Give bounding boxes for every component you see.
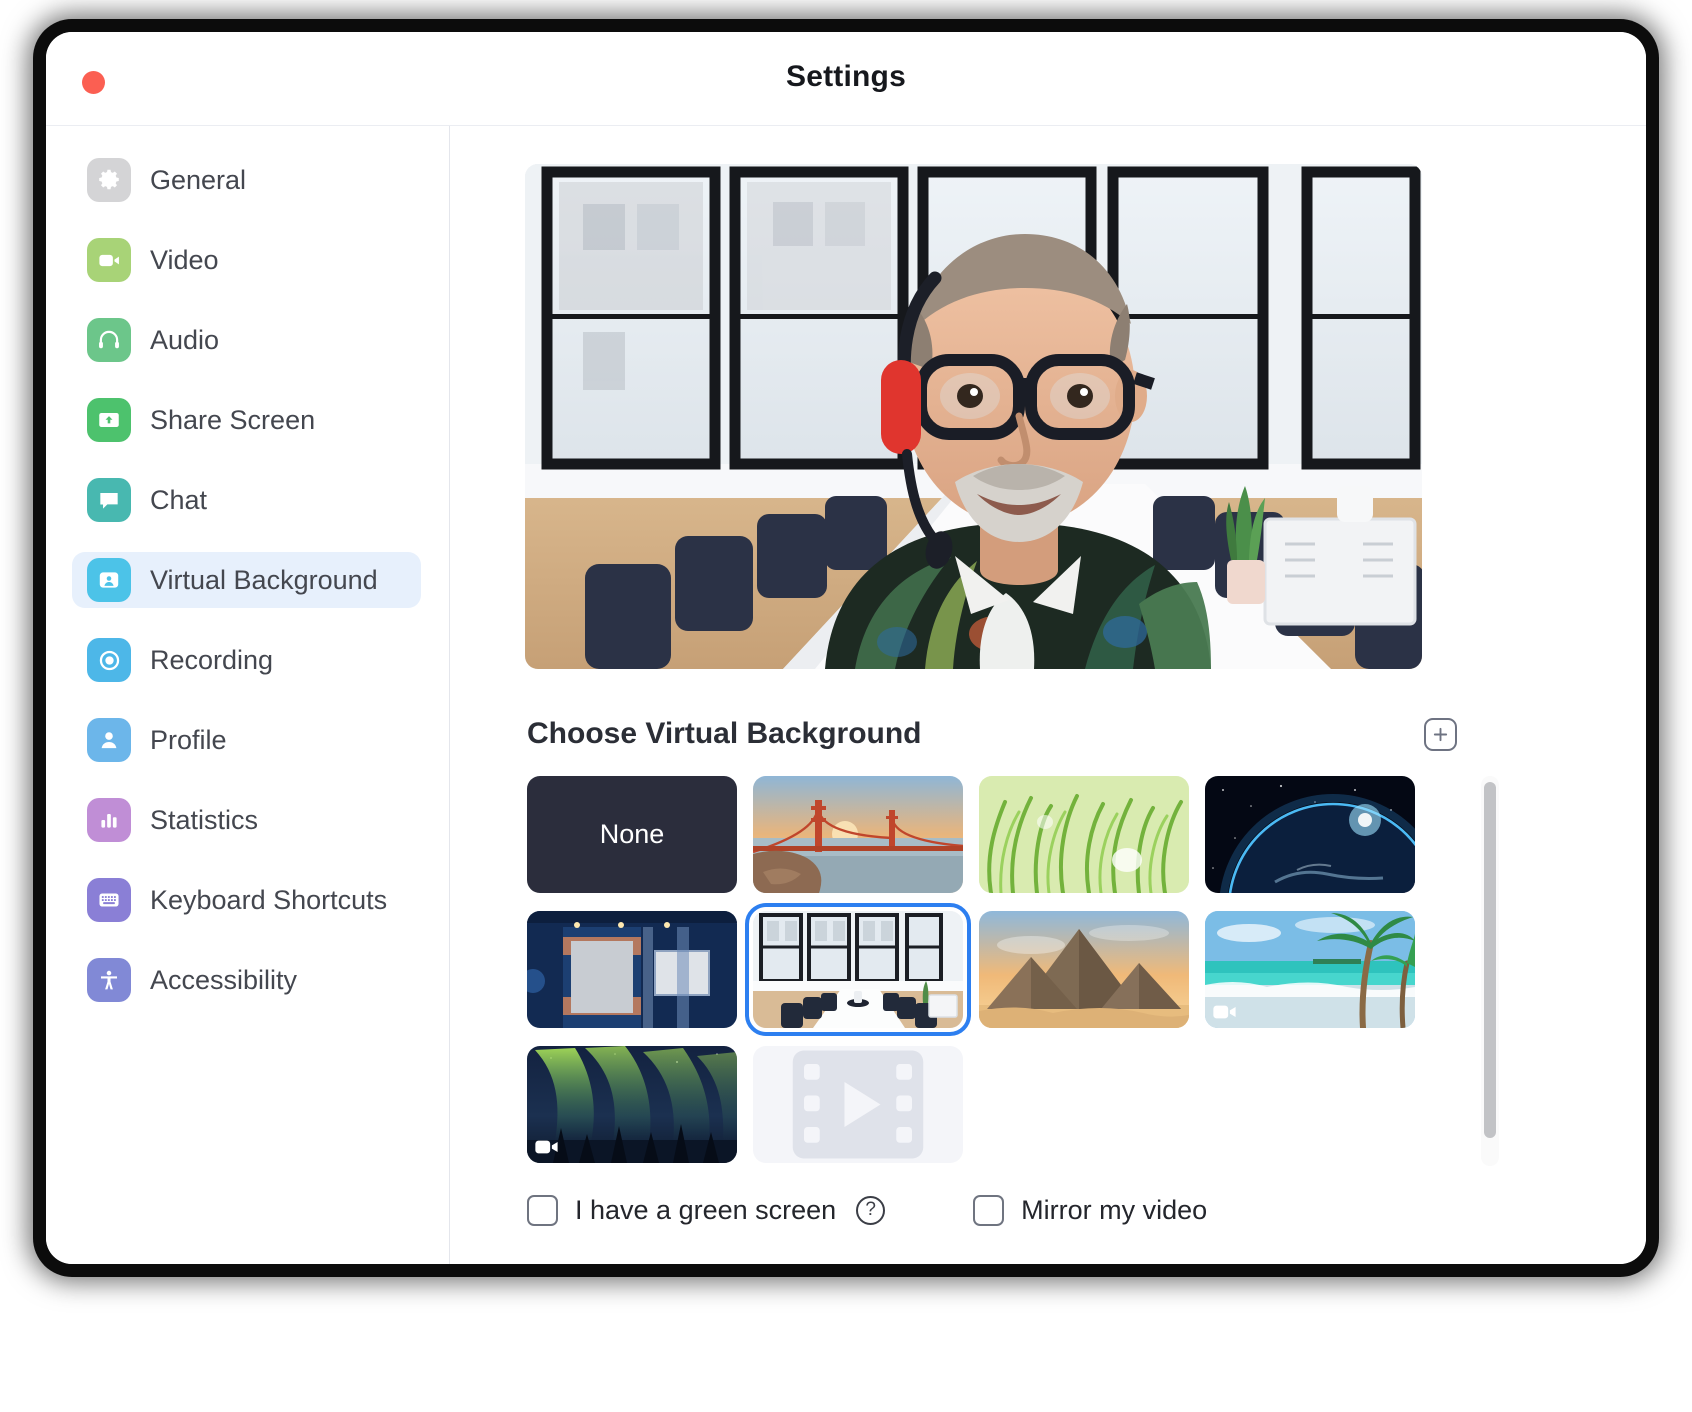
sidebar-item-profile[interactable]: Profile bbox=[72, 712, 421, 768]
background-thumb-earth-from-space[interactable] bbox=[1205, 776, 1415, 893]
green-screen-label: I have a green screen bbox=[575, 1195, 836, 1226]
sidebar-item-label: Accessibility bbox=[150, 965, 297, 996]
mirror-video-label: Mirror my video bbox=[1021, 1195, 1207, 1226]
background-thumb-none[interactable]: None bbox=[527, 776, 737, 893]
chat-bubble-icon bbox=[87, 478, 131, 522]
bar-chart-icon bbox=[87, 798, 131, 842]
background-thumb-aurora-borealis[interactable] bbox=[527, 1046, 737, 1163]
sidebar-item-video[interactable]: Video bbox=[72, 232, 421, 288]
sidebar-item-label: Profile bbox=[150, 725, 227, 756]
background-thumb-beach-palms[interactable] bbox=[1205, 911, 1415, 1028]
record-circle-icon bbox=[87, 638, 131, 682]
background-thumb-golden-gate-bridge[interactable] bbox=[753, 776, 963, 893]
virtual-background-icon bbox=[87, 558, 131, 602]
sidebar-item-label: Virtual Background bbox=[150, 565, 378, 596]
sidebar-item-statistics[interactable]: Statistics bbox=[72, 792, 421, 848]
backgrounds-scrollbar[interactable] bbox=[1481, 776, 1499, 1166]
add-background-button[interactable] bbox=[1424, 718, 1457, 751]
help-icon[interactable]: ? bbox=[856, 1196, 885, 1225]
mirror-video-checkbox[interactable] bbox=[973, 1195, 1004, 1226]
sidebar-item-accessibility[interactable]: Accessibility bbox=[72, 952, 421, 1008]
keyboard-icon bbox=[87, 878, 131, 922]
sidebar-item-label: Keyboard Shortcuts bbox=[150, 885, 387, 916]
share-screen-icon bbox=[87, 398, 131, 442]
backgrounds-grid-viewport: None bbox=[527, 776, 1457, 1166]
sidebar-item-keyboard-shortcuts[interactable]: Keyboard Shortcuts bbox=[72, 872, 421, 928]
sidebar-item-label: General bbox=[150, 165, 246, 196]
background-thumb-label: None bbox=[600, 819, 665, 850]
film-strip-icon bbox=[753, 1046, 963, 1163]
sidebar-item-audio[interactable]: Audio bbox=[72, 312, 421, 368]
sidebar-item-label: Video bbox=[150, 245, 219, 276]
sidebar-item-label: Share Screen bbox=[150, 405, 315, 436]
scrollbar-thumb[interactable] bbox=[1484, 782, 1496, 1138]
gear-icon bbox=[87, 158, 131, 202]
choose-virtual-background-header: Choose Virtual Background bbox=[527, 712, 1457, 756]
sidebar-item-recording[interactable]: Recording bbox=[72, 632, 421, 688]
sidebar-item-general[interactable]: General bbox=[72, 152, 421, 208]
sidebar-item-virtual-background[interactable]: Virtual Background bbox=[72, 552, 421, 608]
background-thumb-blue-abstract[interactable] bbox=[527, 911, 737, 1028]
background-thumb-add-video[interactable] bbox=[753, 1046, 963, 1163]
accessibility-icon bbox=[87, 958, 131, 1002]
background-thumb-conference-room[interactable] bbox=[753, 911, 963, 1028]
settings-sidebar: General Video Audio bbox=[46, 126, 450, 1264]
virtual-background-options: I have a green screen ? Mirror my video bbox=[527, 1188, 1207, 1232]
settings-window: Settings General Video bbox=[46, 32, 1646, 1264]
person-icon bbox=[87, 718, 131, 762]
section-title: Choose Virtual Background bbox=[527, 717, 922, 751]
sidebar-item-label: Statistics bbox=[150, 805, 258, 836]
screen: Settings General Video bbox=[0, 0, 1692, 1412]
titlebar: Settings bbox=[46, 32, 1646, 126]
video-badge-icon bbox=[1212, 1003, 1238, 1021]
headset-icon bbox=[87, 318, 131, 362]
mirror-video-option[interactable]: Mirror my video bbox=[973, 1195, 1207, 1226]
background-thumb-grass[interactable] bbox=[979, 776, 1189, 893]
backgrounds-grid: None bbox=[527, 776, 1457, 1163]
background-thumb-pyramids[interactable] bbox=[979, 911, 1189, 1028]
video-badge-icon bbox=[534, 1138, 560, 1156]
window-body: General Video Audio bbox=[46, 126, 1646, 1264]
sidebar-item-label: Recording bbox=[150, 645, 273, 676]
sidebar-item-label: Chat bbox=[150, 485, 207, 516]
video-preview[interactable] bbox=[525, 164, 1422, 669]
virtual-background-panel: Choose Virtual Background None bbox=[450, 126, 1646, 1264]
video-camera-icon bbox=[87, 238, 131, 282]
plus-icon bbox=[1432, 726, 1449, 743]
sidebar-item-share-screen[interactable]: Share Screen bbox=[72, 392, 421, 448]
sidebar-item-label: Audio bbox=[150, 325, 219, 356]
window-title: Settings bbox=[46, 60, 1646, 94]
green-screen-checkbox[interactable] bbox=[527, 1195, 558, 1226]
green-screen-option[interactable]: I have a green screen ? bbox=[527, 1195, 885, 1226]
sidebar-item-chat[interactable]: Chat bbox=[72, 472, 421, 528]
